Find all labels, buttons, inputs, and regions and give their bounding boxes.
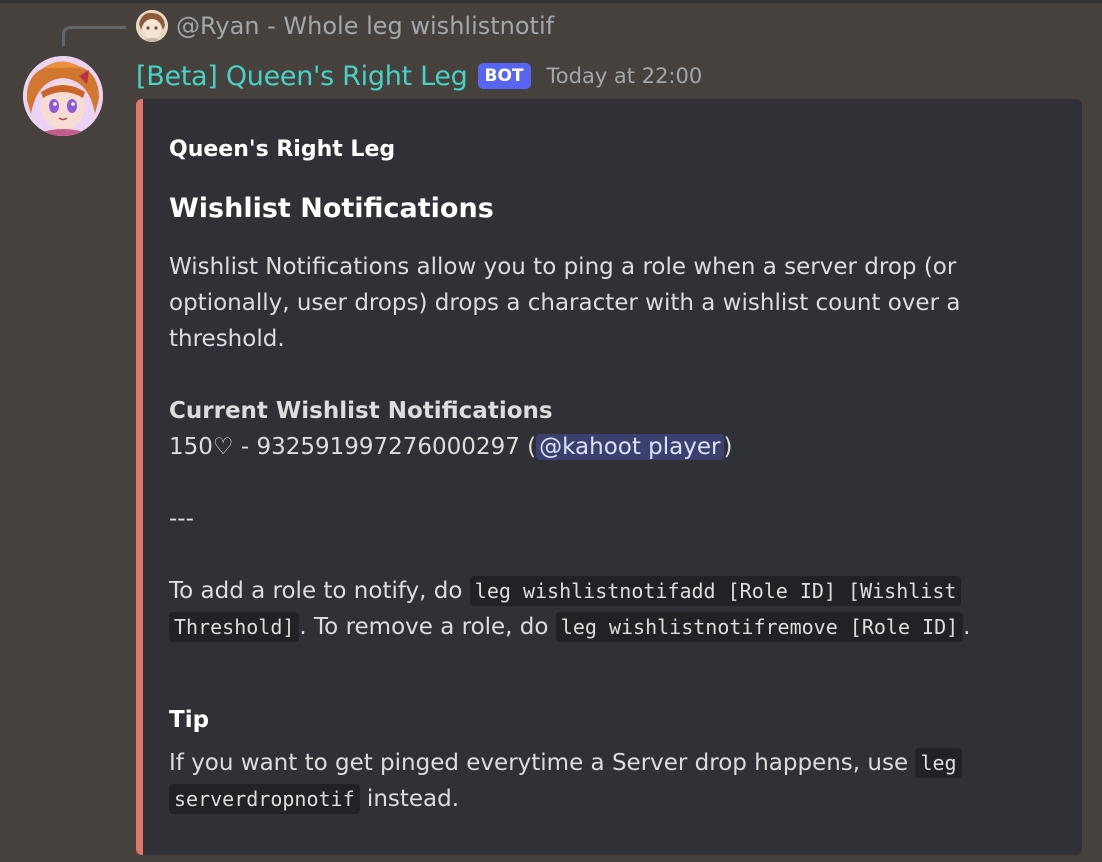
instructions-part-2: . To remove a role, do xyxy=(299,614,556,640)
current-notifications-heading: Current Wishlist Notifications xyxy=(169,398,553,424)
instructions-text: To add a role to notify, do leg wishlist… xyxy=(169,573,1049,645)
message-header: [Beta] Queen's Right Leg BOT Today at 22… xyxy=(136,56,702,96)
tip-text-before: If you want to get pinged everytime a Se… xyxy=(169,750,916,776)
entry-suffix: ) xyxy=(723,434,733,460)
reply-connector-line xyxy=(62,26,126,46)
reply-preview-text[interactable]: @Ryan - Whole leg wishlistnotif xyxy=(176,11,554,41)
embed-description: Wishlist Notifications allow you to ping… xyxy=(169,249,1049,645)
tip-text-after: instead. xyxy=(359,786,460,812)
remove-command-code: leg wishlistnotifremove [Role ID] xyxy=(555,612,964,642)
embed-title: Wishlist Notifications xyxy=(169,193,494,224)
username[interactable]: [Beta] Queen's Right Leg xyxy=(136,61,468,92)
bot-avatar-image xyxy=(23,56,103,136)
role-mention[interactable]: @kahoot player xyxy=(536,434,724,460)
current-notification-entry: 150♡ - 932591997276000297 (@kahoot playe… xyxy=(169,429,1049,465)
reply-avatar[interactable] xyxy=(136,10,168,42)
message-embed: Queen's Right Leg Wishlist Notifications… xyxy=(136,99,1082,855)
message-timestamp[interactable]: Today at 22:00 xyxy=(547,64,703,88)
instructions-part-1: To add a role to notify, do xyxy=(169,578,470,604)
entry-threshold-and-id: 150♡ - 932591997276000297 ( xyxy=(169,434,537,460)
bot-avatar[interactable] xyxy=(23,56,103,136)
embed-author: Queen's Right Leg xyxy=(169,137,396,162)
bot-tag-badge: BOT xyxy=(477,63,531,89)
description-intro: Wishlist Notifications allow you to ping… xyxy=(169,254,961,352)
separator: --- xyxy=(169,506,194,532)
tip-field-value: If you want to get pinged everytime a Se… xyxy=(169,745,1049,817)
instructions-part-3: . xyxy=(963,614,971,640)
window-top-border xyxy=(0,0,1102,3)
reply-avatar-image xyxy=(136,10,168,42)
tip-field-name: Tip xyxy=(169,707,210,733)
